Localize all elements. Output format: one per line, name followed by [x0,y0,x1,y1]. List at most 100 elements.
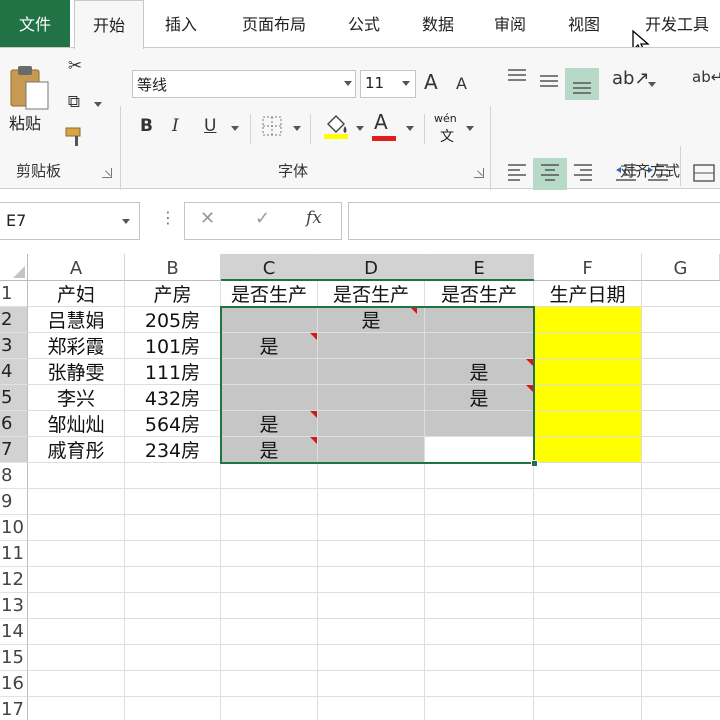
column-header[interactable]: C [221,254,318,281]
row-header[interactable]: 11 [0,541,28,567]
tab-insert[interactable]: 插入 [150,0,212,48]
tab-home[interactable]: 开始 [74,0,144,49]
table-cell[interactable]: 564房 [125,411,220,437]
fill-color-icon[interactable] [322,112,350,140]
column-header[interactable]: B [125,254,221,281]
row-header[interactable]: 9 [0,489,28,515]
table-header-cell[interactable]: 产妇 [28,281,124,307]
font-size-dropdown-icon[interactable] [402,81,410,86]
orientation-dropdown-icon[interactable] [648,82,656,87]
align-bottom-button[interactable] [565,68,599,100]
fill-handle[interactable] [531,460,538,467]
row-header[interactable]: 6 [0,411,28,437]
increase-font-icon[interactable]: A [424,70,438,94]
font-launcher-icon[interactable] [474,168,484,178]
name-box[interactable]: E7 [0,202,140,240]
row-header[interactable]: 12 [0,567,28,593]
table-cell[interactable] [534,307,641,333]
fill-color-dropdown-icon[interactable] [356,126,364,131]
table-cell[interactable]: 郑彩霞 [28,333,124,359]
table-cell[interactable] [534,437,641,463]
align-left-icon[interactable] [506,162,528,184]
table-header-cell[interactable]: 产房 [125,281,220,307]
merge-center-icon[interactable] [692,162,716,184]
font-name-dropdown-icon[interactable] [344,81,352,86]
row-header[interactable]: 13 [0,593,28,619]
row-header[interactable]: 4 [0,359,28,385]
copy-dropdown-icon[interactable] [94,102,102,107]
paste-button-label[interactable]: 粘贴 [9,110,41,134]
borders-icon[interactable] [262,116,282,136]
cancel-icon[interactable]: ✕ [200,208,215,229]
wrap-text-icon[interactable]: ab↵ [692,68,720,86]
table-header-cell[interactable]: 是否生产 [318,281,424,307]
tab-page-layout[interactable]: 页面布局 [228,0,320,48]
row-header[interactable]: 3 [0,333,28,359]
table-cell[interactable]: 234房 [125,437,220,463]
formula-input[interactable] [348,202,720,240]
paste-icon[interactable] [8,62,54,112]
decrease-font-icon[interactable]: A [456,74,467,93]
column-header[interactable]: D [318,254,425,281]
copy-icon[interactable]: ⧉ [62,92,86,112]
row-header[interactable]: 14 [0,619,28,645]
underline-button[interactable]: U [204,116,216,136]
table-cell[interactable]: 李兴 [28,385,124,411]
align-center-button[interactable] [533,158,567,190]
orientation-icon[interactable]: ab↗ [612,68,650,89]
align-right-icon[interactable] [572,162,594,184]
row-header[interactable]: 17 [0,697,28,720]
phonetic-guide-icon[interactable]: wén [434,112,457,125]
bold-button[interactable]: B [140,116,153,136]
borders-dropdown-icon[interactable] [293,126,301,131]
tab-file[interactable]: 文件 [0,0,70,48]
table-cell[interactable]: 101房 [125,333,220,359]
format-painter-icon[interactable] [64,126,88,148]
row-header[interactable]: 15 [0,645,28,671]
font-color-dropdown-icon[interactable] [406,126,414,131]
column-header[interactable]: G [642,254,720,281]
row-header[interactable]: 2 [0,307,28,333]
row-header[interactable]: 5 [0,385,28,411]
row-header[interactable]: 1 [0,281,28,307]
align-top-icon[interactable] [506,66,528,88]
table-header-cell[interactable]: 是否生产 [425,281,533,307]
phonetic-dropdown-icon[interactable] [466,126,474,131]
worksheet-grid[interactable]: A B C D E F G 1 2 3 4 5 6 7 8 9 10 11 12… [0,254,720,720]
font-color-icon[interactable]: A [374,110,388,134]
tab-data[interactable]: 数据 [408,0,468,48]
table-cell[interactable]: 张静雯 [28,359,124,385]
row-header[interactable]: 8 [0,463,28,489]
cut-icon[interactable]: ✂ [64,56,86,76]
enter-icon[interactable]: ✓ [255,208,270,229]
font-name-select[interactable]: 等线 [132,70,356,98]
row-header[interactable]: 10 [0,515,28,541]
table-cell[interactable]: 邹灿灿 [28,411,124,437]
insert-function-icon[interactable]: fx [306,208,322,228]
column-header[interactable]: A [28,254,125,281]
column-header[interactable]: E [425,254,534,281]
table-header-cell[interactable]: 是否生产 [221,281,317,307]
table-header-cell[interactable]: 生产日期 [534,281,641,307]
table-cell[interactable] [534,359,641,385]
table-cell[interactable]: 432房 [125,385,220,411]
underline-dropdown-icon[interactable] [231,126,239,131]
tab-formulas[interactable]: 公式 [334,0,394,48]
table-cell[interactable] [534,385,641,411]
table-cell[interactable] [534,411,641,437]
row-header[interactable]: 7 [0,437,28,463]
align-middle-icon[interactable] [538,70,560,92]
tab-view[interactable]: 视图 [554,0,614,48]
name-box-dropdown-icon[interactable] [122,219,130,224]
table-cell[interactable] [534,333,641,359]
tab-review[interactable]: 审阅 [480,0,540,48]
column-header[interactable]: F [534,254,642,281]
select-all-corner[interactable] [0,254,28,281]
table-cell[interactable]: 吕慧娟 [28,307,124,333]
table-cell[interactable]: 205房 [125,307,220,333]
italic-button[interactable]: I [172,116,179,136]
clipboard-launcher-icon[interactable] [102,168,112,178]
row-header[interactable]: 16 [0,671,28,697]
table-cell[interactable]: 戚育彤 [28,437,124,463]
table-cell[interactable]: 111房 [125,359,220,385]
